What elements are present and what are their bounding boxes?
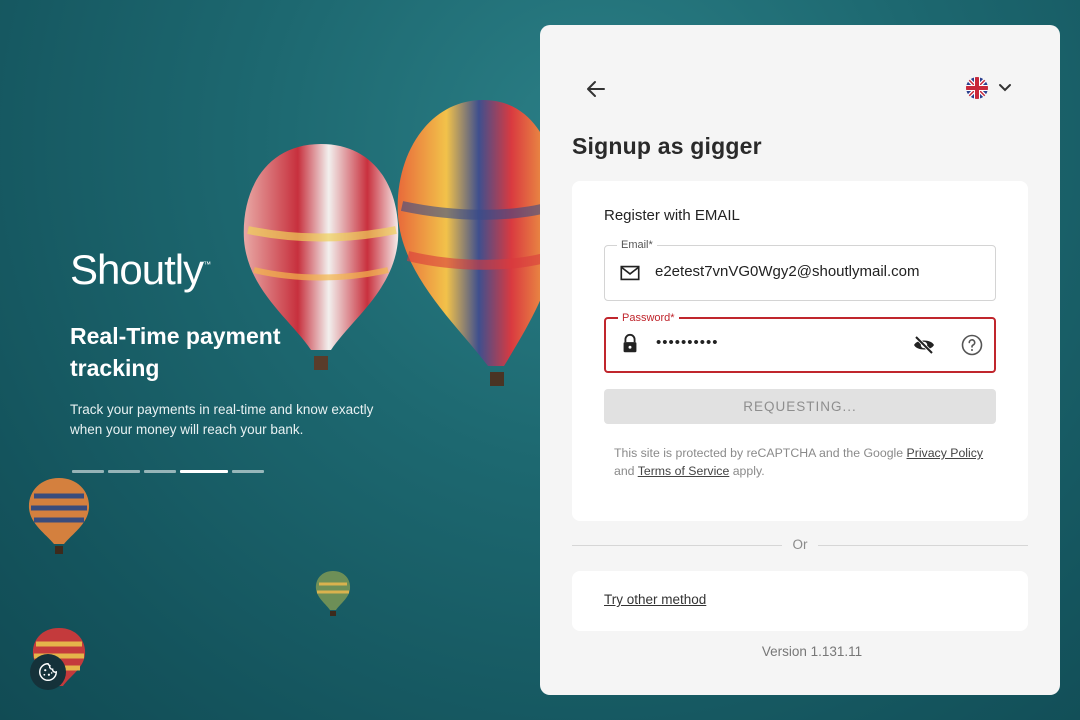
hero-section: Shoutly™ Real-Time payment tracking Trac… [0,0,560,720]
cookie-icon [39,663,57,681]
carousel-indicator [72,470,264,473]
mail-icon [620,265,640,281]
carousel-dot[interactable] [232,470,264,473]
password-label: Password* [618,311,679,325]
submit-button[interactable]: REQUESTING... [604,389,996,424]
email-signup-card: Register with EMAIL Email* Password* •••… [572,181,1028,521]
balloon-illustration [28,478,90,554]
password-field[interactable]: Password* •••••••••• [604,311,996,373]
card-title: Register with EMAIL [604,207,740,224]
lock-icon [623,333,637,353]
carousel-dot[interactable] [144,470,176,473]
hero-description: Track your payments in real-time and kno… [70,402,374,437]
language-selector[interactable] [966,77,1012,99]
password-input[interactable]: •••••••••• [656,334,896,351]
balloon-illustration [315,571,351,616]
email-field[interactable]: Email* [604,238,996,301]
page-title: Signup as gigger [572,133,762,159]
privacy-policy-link[interactable]: Privacy Policy [907,446,984,460]
back-arrow-icon[interactable] [584,77,608,101]
shoutly-logo: Shoutly™ [70,246,211,293]
help-icon[interactable] [960,333,984,357]
carousel-dot-active[interactable] [180,470,228,473]
carousel-dot[interactable] [108,470,140,473]
cookie-settings-button[interactable] [30,654,66,690]
hero-title: Real-Time payment tracking [70,323,281,381]
or-divider: Or [572,537,1028,552]
try-other-method-link[interactable]: Try other method [604,592,706,607]
alt-method-card: Try other method [572,571,1028,631]
carousel-dot[interactable] [72,470,104,473]
eye-off-icon[interactable] [912,333,936,357]
terms-of-service-link[interactable]: Terms of Service [638,464,730,478]
balloon-illustration [397,100,560,386]
signup-panel: Signup as gigger Register with EMAIL Ema… [540,25,1060,695]
email-label: Email* [617,238,657,252]
version-label: Version 1.131.11 [761,644,863,659]
uk-flag-icon [966,77,988,99]
email-input[interactable] [655,263,975,280]
chevron-down-icon [999,84,1011,92]
recaptcha-notice: This site is protected by reCAPTCHA and … [614,446,984,478]
